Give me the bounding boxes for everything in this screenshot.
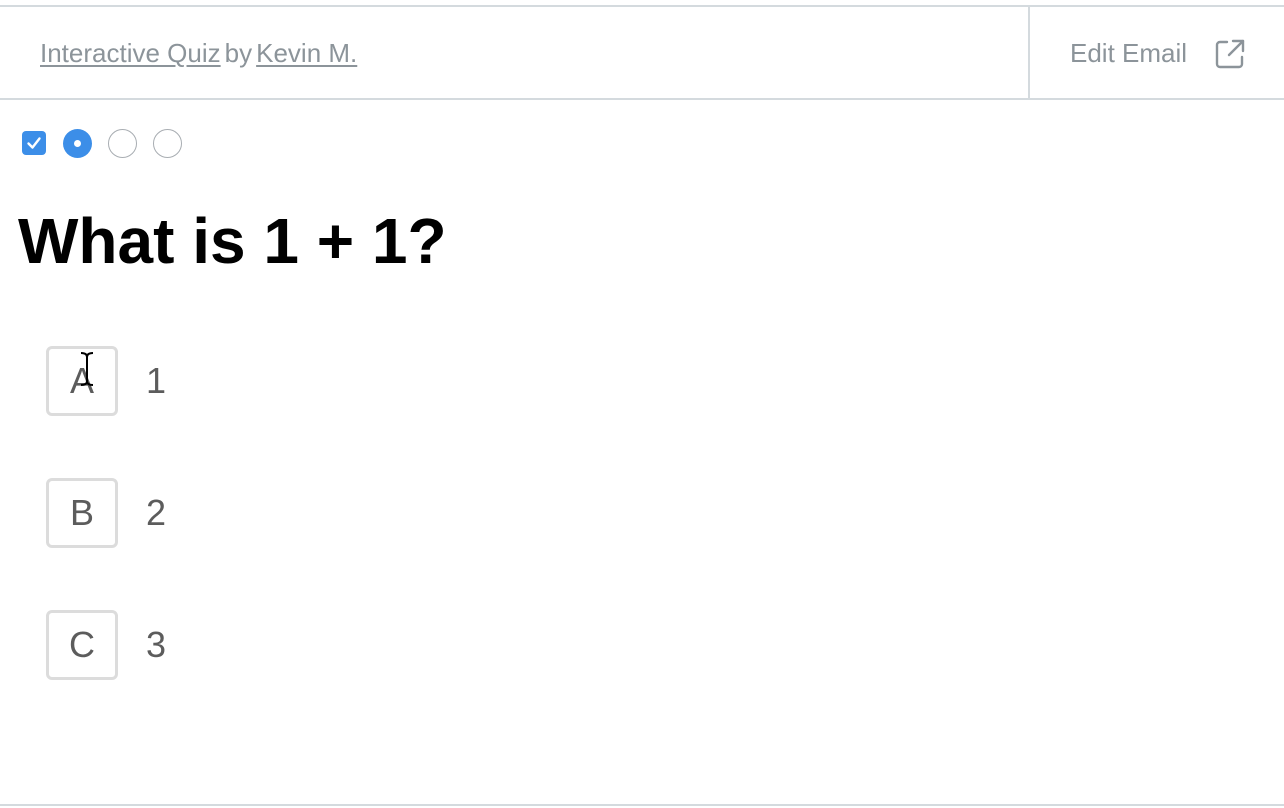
- step-current-radio[interactable]: [63, 129, 92, 158]
- answer-key: A: [46, 346, 118, 416]
- edit-email-button[interactable]: Edit Email: [1030, 7, 1284, 100]
- by-text: by: [224, 38, 253, 68]
- edit-email-label: Edit Email: [1070, 38, 1188, 68]
- quiz-title-link[interactable]: Interactive Quiz: [40, 38, 221, 68]
- quiz-header: Interactive Quiz by Kevin M. Edit Email: [0, 7, 1284, 100]
- byline: Interactive Quiz by Kevin M.: [40, 38, 357, 68]
- step-completed-checkbox[interactable]: [22, 131, 46, 155]
- checkmark-icon: [27, 137, 41, 149]
- step-pending-radio[interactable]: [153, 129, 182, 158]
- answer-value: 2: [146, 492, 167, 533]
- author-link[interactable]: Kevin M.: [256, 38, 357, 68]
- answer-option-a[interactable]: A 1: [46, 346, 646, 416]
- answer-value: 1: [146, 360, 167, 401]
- answer-key: C: [46, 610, 118, 680]
- answer-option-b[interactable]: B 2: [46, 478, 646, 548]
- question-title: What is 1 + 1?: [18, 205, 447, 277]
- answer-value: 3: [146, 624, 167, 665]
- answer-option-c[interactable]: C 3: [46, 610, 646, 680]
- quiz-frame: Interactive Quiz by Kevin M. Edit Email Wh…: [0, 5, 1284, 806]
- step-pending-radio[interactable]: [108, 129, 137, 158]
- answer-key: B: [46, 478, 118, 548]
- external-link-icon: [1214, 38, 1246, 70]
